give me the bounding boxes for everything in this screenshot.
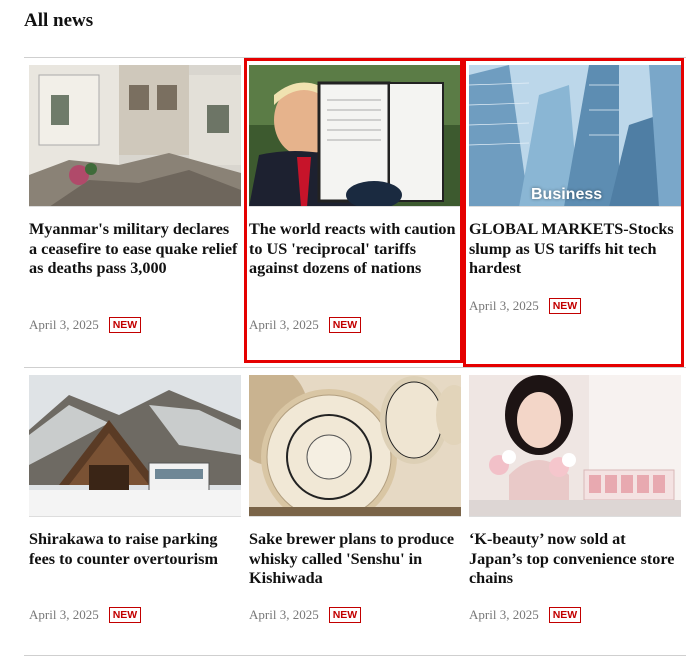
new-badge: NEW (328, 607, 362, 623)
article-card[interactable]: Shirakawa to raise parking fees to count… (29, 375, 241, 623)
article-meta: April 3, 2025 NEW (29, 317, 142, 333)
divider (24, 367, 686, 368)
article-date: April 3, 2025 (469, 298, 539, 313)
article-headline[interactable]: ‘K-beauty’ now sold at Japan’s top conve… (469, 530, 681, 589)
new-badge: NEW (328, 317, 362, 333)
article-card[interactable]: Sake brewer plans to produce whisky call… (249, 375, 461, 623)
section-title: All news (24, 10, 94, 31)
article-card[interactable]: Myanmar's military declares a ceasefire … (29, 65, 241, 333)
article-image-tariff-announcement[interactable] (249, 65, 461, 207)
article-date: April 3, 2025 (249, 607, 319, 622)
article-date: April 3, 2025 (29, 607, 99, 622)
article-card[interactable]: Business GLOBAL MARKETS-Stocks slump as … (469, 65, 681, 314)
article-headline[interactable]: Sake brewer plans to produce whisky call… (249, 530, 461, 589)
new-badge: NEW (548, 607, 582, 623)
article-image-business-skyscrapers[interactable]: Business (469, 65, 681, 207)
article-card[interactable]: The world reacts with caution to US 'rec… (249, 65, 461, 333)
article-image-earthquake[interactable] (29, 65, 241, 207)
new-badge: NEW (108, 317, 142, 333)
article-meta: April 3, 2025 NEW (469, 298, 582, 314)
article-date: April 3, 2025 (469, 607, 539, 622)
article-image-k-beauty[interactable] (469, 375, 681, 517)
divider (24, 57, 686, 58)
article-headline[interactable]: GLOBAL MARKETS-Stocks slump as US tariff… (469, 220, 681, 279)
article-date: April 3, 2025 (29, 317, 99, 332)
article-headline[interactable]: Shirakawa to raise parking fees to count… (29, 530, 241, 569)
new-badge: NEW (548, 298, 582, 314)
article-image-shirakawa[interactable] (29, 375, 241, 517)
divider (24, 655, 686, 656)
article-meta: April 3, 2025 NEW (29, 607, 142, 623)
article-date: April 3, 2025 (249, 317, 319, 332)
article-card[interactable]: ‘K-beauty’ now sold at Japan’s top conve… (469, 375, 681, 623)
article-meta: April 3, 2025 NEW (249, 607, 362, 623)
article-headline[interactable]: The world reacts with caution to US 'rec… (249, 220, 461, 279)
article-image-whisky-barrels[interactable] (249, 375, 461, 517)
image-category-label: Business (531, 186, 603, 203)
article-meta: April 3, 2025 NEW (249, 317, 362, 333)
article-meta: April 3, 2025 NEW (469, 607, 582, 623)
new-badge: NEW (108, 607, 142, 623)
article-headline[interactable]: Myanmar's military declares a ceasefire … (29, 220, 241, 279)
